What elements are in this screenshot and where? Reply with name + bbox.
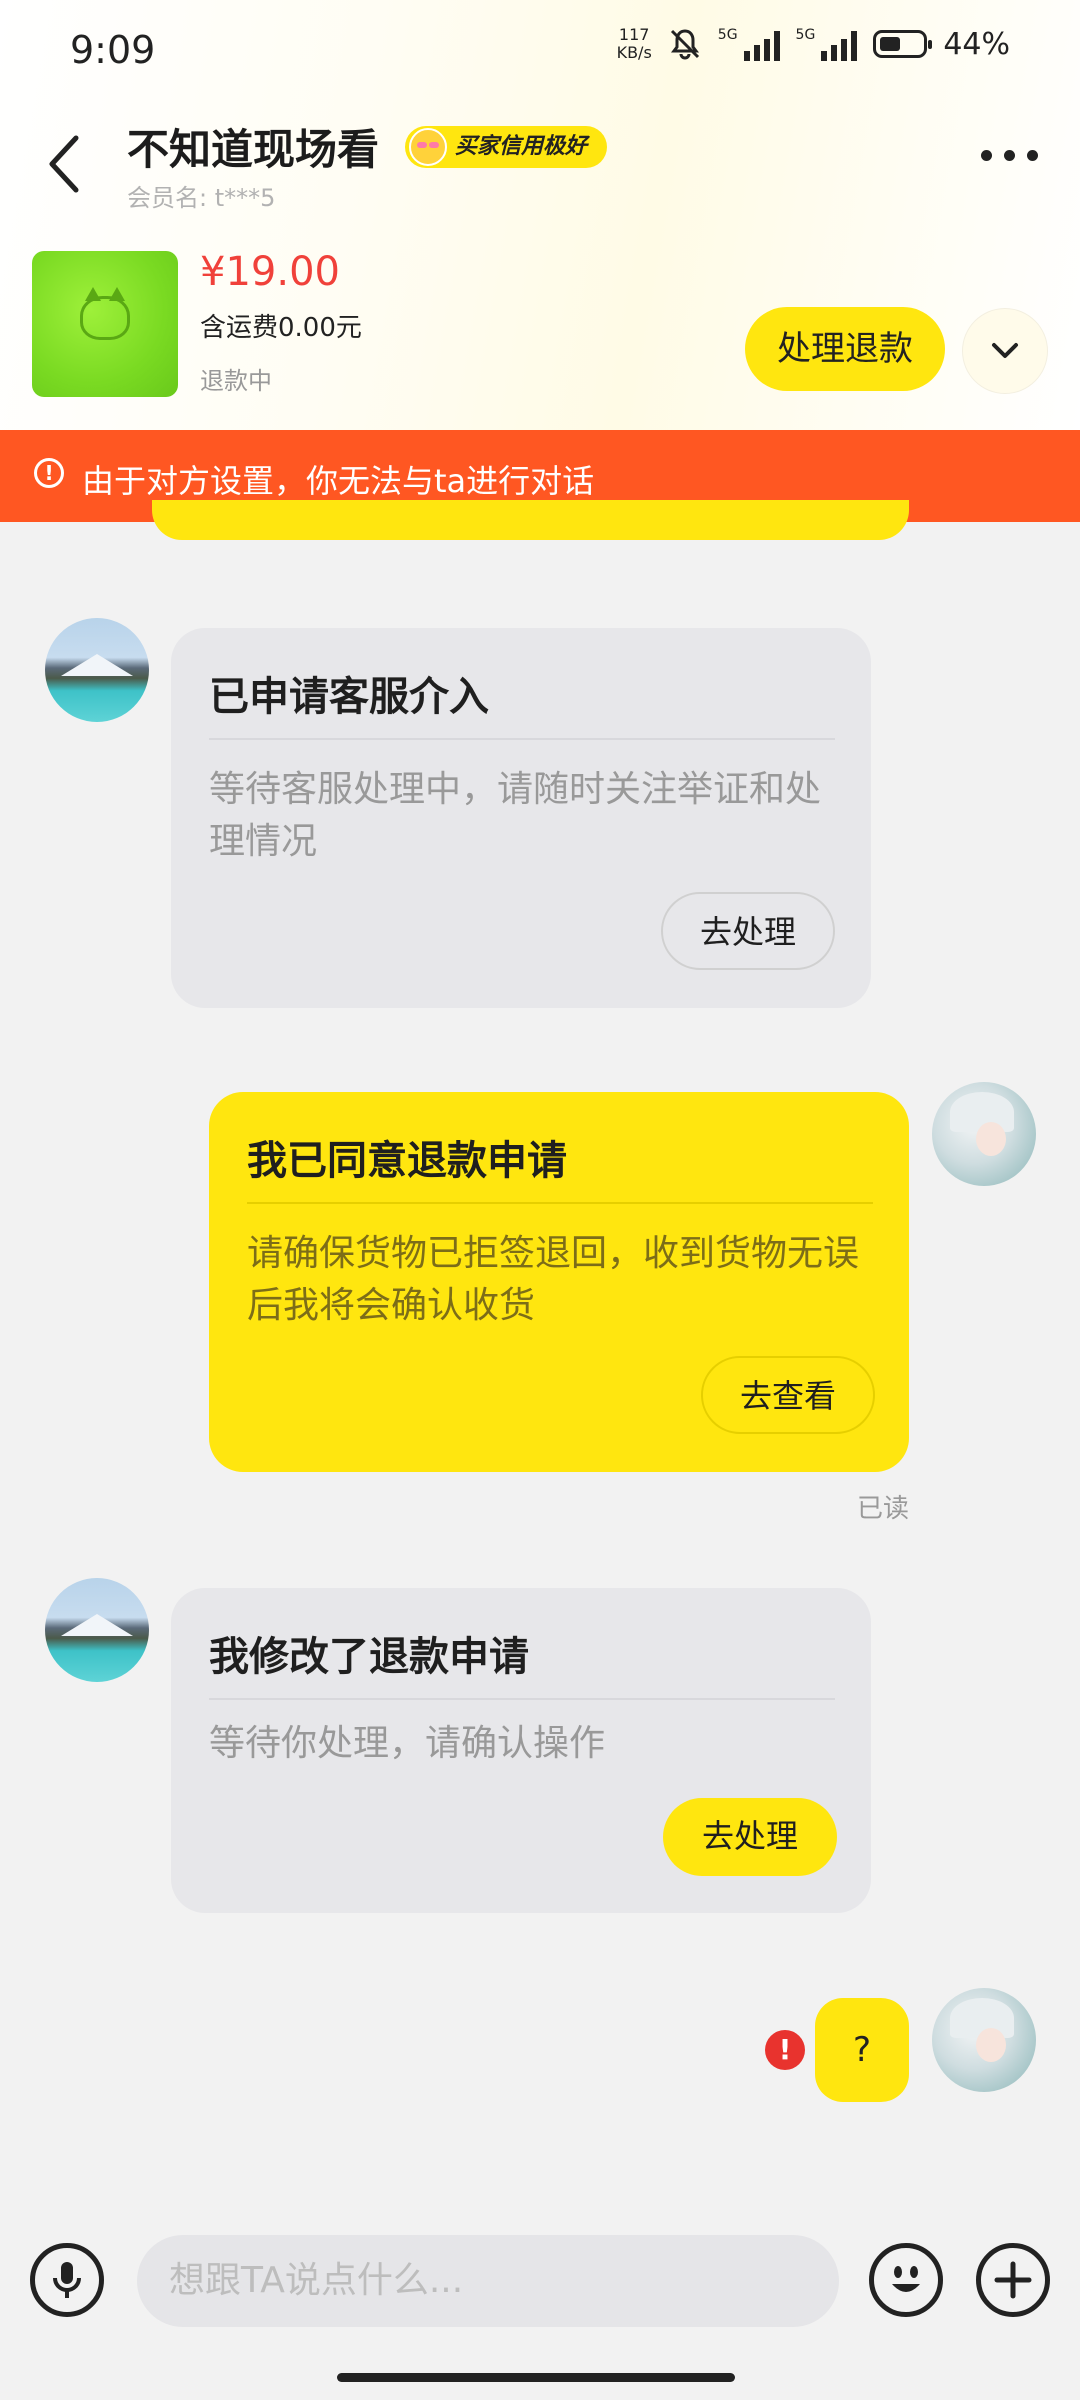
network-speed-unit: KB/s xyxy=(616,43,652,62)
go-view-button[interactable]: 去查看 xyxy=(701,1356,875,1434)
smiley-face-icon xyxy=(892,2266,920,2292)
credit-badge: 买家信用极好 xyxy=(405,126,608,168)
message-card: 我修改了退款申请 等待你处理，请确认操作 去处理 xyxy=(171,1588,871,1913)
back-arrow-icon[interactable] xyxy=(40,128,90,198)
message-title: 我修改了退款申请 xyxy=(209,1634,529,1680)
read-receipt: 已读 xyxy=(857,1494,910,1524)
credit-badge-label: 买家信用极好 xyxy=(455,134,588,159)
my-avatar[interactable] xyxy=(932,1082,1036,1186)
warning-text: 由于对方设置，你无法与ta进行对话 xyxy=(82,462,595,500)
message-divider xyxy=(247,1202,873,1204)
product-price: ¥19.00 xyxy=(200,249,340,295)
message-composer: 想跟TA说点什么... xyxy=(0,2210,1080,2400)
other-user-avatar[interactable] xyxy=(45,618,149,722)
cat-icon xyxy=(80,287,130,340)
more-actions-button[interactable] xyxy=(976,2243,1050,2317)
previous-message-bubble xyxy=(152,500,909,540)
message-title: 我已同意退款申请 xyxy=(247,1138,567,1184)
sim1-label: 5G xyxy=(717,27,738,43)
emoji-button[interactable] xyxy=(869,2243,943,2317)
bell-muted-icon xyxy=(670,29,699,60)
order-summary: ¥19.00 含运费0.00元 退款中 处理退款 xyxy=(0,245,1080,405)
handle-refund-button[interactable]: 处理退款 xyxy=(745,307,945,391)
other-user-avatar[interactable] xyxy=(45,1578,149,1682)
product-thumbnail[interactable] xyxy=(32,251,178,397)
message-body: 请确保货物已拒签退回，收到货物无误后我将会确认收货 xyxy=(247,1233,860,1326)
more-options-icon[interactable] xyxy=(981,150,1038,161)
member-name: 会员名: t***5 xyxy=(127,184,276,212)
message-divider xyxy=(209,1698,835,1700)
plus-icon xyxy=(994,2261,1032,2299)
signal-icon-sim2: 5G xyxy=(796,27,858,61)
smiley-icon xyxy=(409,128,447,166)
expand-button[interactable] xyxy=(963,309,1047,393)
sim2-label: 5G xyxy=(795,27,816,43)
send-failed-icon[interactable]: ! xyxy=(765,2030,805,2070)
voice-button[interactable] xyxy=(30,2243,104,2317)
message-input[interactable]: 想跟TA说点什么... xyxy=(137,2235,839,2327)
message-card: 我已同意退款申请 请确保货物已拒签退回，收到货物无误后我将会确认收货 去查看 xyxy=(209,1092,909,1472)
message-body: 等待你处理，请确认操作 xyxy=(209,1723,606,1764)
network-speed-value: 117 xyxy=(618,25,650,44)
status-bar: 9:09 117 KB/s 5G 5G 44% xyxy=(0,0,1080,100)
chat-header: 不知道现场看 买家信用极好 会员名: t***5 xyxy=(0,110,1080,220)
contact-name[interactable]: 不知道现场看 xyxy=(127,116,379,177)
network-speed: 117 KB/s xyxy=(617,26,652,62)
signal-icon-sim1: 5G xyxy=(718,27,780,61)
my-avatar[interactable] xyxy=(932,1988,1036,2092)
go-handle-button[interactable]: 去处理 xyxy=(663,1798,837,1876)
message-card: 已申请客服介入 等待客服处理中，请随时关注举证和处理情况 去处理 xyxy=(171,628,871,1008)
battery-percent: 44% xyxy=(943,26,1010,62)
shipping-fee: 含运费0.00元 xyxy=(200,313,362,343)
warning-icon: ! xyxy=(34,458,64,488)
battery-icon xyxy=(873,30,933,58)
order-status: 退款中 xyxy=(200,367,272,395)
message-divider xyxy=(209,738,835,740)
home-indicator[interactable] xyxy=(337,2373,735,2382)
go-handle-button[interactable]: 去处理 xyxy=(661,892,835,970)
text-message-bubble[interactable]: ? xyxy=(815,1998,909,2102)
message-title: 已申请客服介入 xyxy=(209,674,489,720)
status-time: 9:09 xyxy=(70,28,156,72)
microphone-icon xyxy=(53,2262,81,2298)
chevron-down-icon xyxy=(992,343,1018,358)
status-icons: 117 KB/s 5G 5G 44% xyxy=(617,26,1010,62)
message-body: 等待客服处理中，请随时关注举证和处理情况 xyxy=(209,769,822,862)
